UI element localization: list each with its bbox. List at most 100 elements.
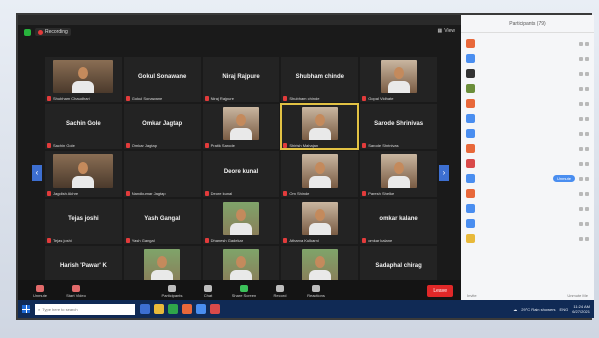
previous-page-arrow-icon[interactable]: ‹: [32, 165, 42, 181]
participant-tile[interactable]: Sarode Shrinivas Sarode Shrinivas: [360, 104, 437, 150]
participant-tile[interactable]: Niraj Rajpure Niraj Rajpure: [202, 57, 280, 103]
taskbar-app-icon[interactable]: [182, 304, 192, 314]
participant-tile[interactable]: Atharva Kulkarni: [281, 198, 359, 244]
participant-video: [53, 154, 114, 188]
language-indicator[interactable]: ENG: [560, 307, 569, 312]
video-status-icon: [585, 41, 589, 46]
participant-tile[interactable]: Shubham Chaudhari: [45, 57, 122, 103]
participant-tile[interactable]: Nandkumar Jagtap: [123, 151, 201, 197]
taskbar-search-box[interactable]: ⌕ Type here to search: [35, 303, 135, 315]
windows-start-icon[interactable]: [22, 305, 30, 313]
participant-tile[interactable]: Dhanesh Gadekar: [202, 198, 280, 244]
participant-tile[interactable]: Shubham chinde Shubham chinde: [281, 57, 359, 103]
body: [308, 175, 331, 188]
avatar: [466, 204, 475, 213]
taskbar-app-icon[interactable]: [140, 304, 150, 314]
participant-row[interactable]: [466, 81, 589, 96]
participant-tile[interactable]: omkar kalane omkar kalane: [360, 198, 437, 244]
participant-name-tag: Tejas joshi: [47, 237, 72, 243]
participant-tile[interactable]: Gokul Sonawane Gokul Sonawane: [123, 57, 201, 103]
participant-name: Nandkumar Jagtap: [131, 190, 166, 196]
view-button[interactable]: ▦ View: [438, 28, 455, 34]
body: [229, 222, 252, 235]
participant-row[interactable]: [466, 126, 589, 141]
participant-name-tag: omkar kalane: [362, 237, 392, 243]
search-icon: ⌕: [38, 306, 41, 312]
participant-row[interactable]: [466, 156, 589, 171]
participant-row[interactable]: [466, 186, 589, 201]
participant-tile[interactable]: Gopal Vidhate: [360, 57, 437, 103]
toolbar-video-camera-button[interactable]: Start Video: [58, 284, 94, 298]
participant-video: [144, 248, 181, 282]
taskbar-clock[interactable]: 11:24 AM 6/27/2021: [572, 304, 590, 314]
participant-video: [301, 201, 338, 235]
toolbar-people-button[interactable]: Participants: [154, 284, 190, 298]
participant-row[interactable]: Unmute: [466, 171, 589, 186]
participant-row[interactable]: [466, 66, 589, 81]
participant-tile[interactable]: Pratik Sarode: [202, 104, 280, 150]
avatar: [466, 39, 475, 48]
participant-row[interactable]: [466, 96, 589, 111]
toolbar-smiley-button[interactable]: Reactions: [298, 284, 334, 298]
participant-center-name: omkar kalane: [379, 215, 418, 222]
participant-row[interactable]: [466, 141, 589, 156]
participant-tile[interactable]: Om Shinde: [281, 151, 359, 197]
participants-panel: Participants (79) Unmute Invite Unmute M…: [461, 15, 594, 302]
smiley-icon: [312, 284, 320, 292]
participant-tile[interactable]: Tejas joshi Tejas joshi: [45, 198, 122, 244]
taskbar-app-icon[interactable]: [210, 304, 220, 314]
toolbar-chat-button[interactable]: Chat: [190, 284, 226, 298]
participant-tile[interactable]: Yash Gangal Yash Gangal: [123, 198, 201, 244]
recording-indicator[interactable]: Recording: [35, 28, 71, 36]
participant-row[interactable]: [466, 36, 589, 51]
toolbar-microphone-button[interactable]: Unmute: [22, 284, 58, 298]
taskbar-app-icon[interactable]: [154, 304, 164, 314]
participant-name-tag: Paresh Shelke: [362, 190, 394, 196]
taskbar-app-icon[interactable]: [196, 304, 206, 314]
participant-name-tag: Nandkumar Jagtap: [125, 190, 166, 196]
participant-tile[interactable]: Jagdish Akhre: [45, 151, 122, 197]
mic-status-icon: [579, 191, 583, 196]
participant-name-tag: Deore kunal: [204, 190, 232, 196]
participant-row[interactable]: [466, 201, 589, 216]
participant-tile[interactable]: Sachin Gole Sachin Gole: [45, 104, 122, 150]
unmute-pill-button[interactable]: Unmute: [552, 175, 575, 182]
participant-name: Pratik Sarode: [210, 143, 235, 149]
toolbar-record-button[interactable]: Record: [262, 284, 298, 298]
mic-status-icon: [579, 131, 583, 136]
muted-mic-icon: [204, 190, 209, 196]
unmute-me-button[interactable]: Unmute Me: [567, 293, 588, 298]
participant-tile[interactable]: Omkar Jagtap Omkar Jagtap: [123, 104, 201, 150]
participant-tile[interactable]: Paresh Shelke: [360, 151, 437, 197]
body: [387, 81, 410, 94]
toolbar-share-screen-button[interactable]: Share Screen: [226, 284, 262, 298]
video-status-icon: [585, 206, 589, 211]
participant-name: Yash Gangal: [131, 237, 155, 243]
video-status-icon: [585, 101, 589, 106]
body: [308, 222, 331, 235]
body: [229, 128, 252, 141]
video-status-icon: [585, 146, 589, 151]
participant-video: [53, 60, 114, 94]
invite-button[interactable]: Invite: [467, 293, 477, 298]
participant-name: Shubham chinde: [289, 96, 320, 102]
security-shield-icon[interactable]: [24, 28, 31, 36]
face: [235, 208, 246, 221]
participant-name: Omkar Jagtap: [131, 143, 157, 149]
weather-text[interactable]: 29°C Rain showers: [521, 307, 555, 312]
people-icon: [168, 284, 176, 292]
participant-row[interactable]: [466, 216, 589, 231]
face: [314, 208, 325, 221]
participant-tile[interactable]: Shirish Mahajan: [280, 103, 360, 151]
participant-status-icons: [579, 41, 589, 46]
leave-meeting-button[interactable]: Leave: [427, 285, 453, 297]
avatar: [466, 129, 475, 138]
taskbar-app-icon[interactable]: [168, 304, 178, 314]
participant-row[interactable]: [466, 111, 589, 126]
participant-name-tag: Omkar Jagtap: [125, 143, 157, 149]
participant-row[interactable]: [466, 51, 589, 66]
next-page-arrow-icon[interactable]: ›: [439, 165, 449, 181]
participant-row[interactable]: [466, 231, 589, 246]
participant-tile[interactable]: Deore kunal Deore kunal: [202, 151, 280, 197]
face: [393, 67, 404, 80]
